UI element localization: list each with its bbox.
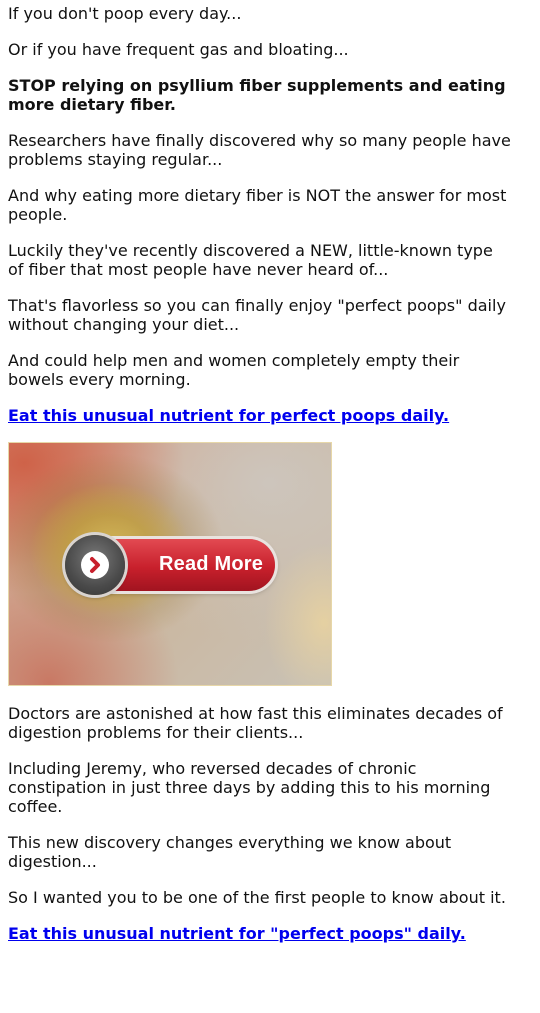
paragraph-fiber: And why eating more dietary fiber is NOT… xyxy=(8,186,507,224)
paragraph-flavorless: That's flavorless so you can finally enj… xyxy=(8,296,506,334)
paragraph-bowels: And could help men and women completely … xyxy=(8,351,460,389)
paragraph-first-people: So I wanted you to be one of the first p… xyxy=(8,888,506,907)
read-more-button[interactable]: Read More xyxy=(65,535,275,595)
paragraph-changes: This new discovery changes everything we… xyxy=(8,833,452,871)
cta-link-top[interactable]: Eat this unusual nutrient for perfect po… xyxy=(8,406,449,425)
paragraph-jeremy: Including Jeremy, who reversed decades o… xyxy=(8,759,491,816)
read-more-circle xyxy=(65,535,125,595)
email-body: If you don't poop every day... Or if you… xyxy=(0,0,521,943)
cta-link-bottom-wrapper: Eat this unusual nutrient for "perfect p… xyxy=(8,924,513,943)
headline-stop: STOP relying on psyllium fiber supplemen… xyxy=(8,76,506,114)
paragraph-doctors: Doctors are astonished at how fast this … xyxy=(8,704,503,742)
chevron-right-icon xyxy=(81,551,109,579)
hero-image-link[interactable]: Read More xyxy=(8,442,332,686)
paragraph-discovery: Luckily they've recently discovered a NE… xyxy=(8,241,493,279)
cta-link-top-wrapper: Eat this unusual nutrient for perfect po… xyxy=(8,406,513,425)
cta-link-bottom[interactable]: Eat this unusual nutrient for "perfect p… xyxy=(8,924,466,943)
read-more-label: Read More xyxy=(159,553,264,575)
intro-line-2: Or if you have frequent gas and bloating… xyxy=(8,40,349,59)
paragraph-researchers: Researchers have finally discovered why … xyxy=(8,131,511,169)
intro-line-1: If you don't poop every day... xyxy=(8,4,242,23)
